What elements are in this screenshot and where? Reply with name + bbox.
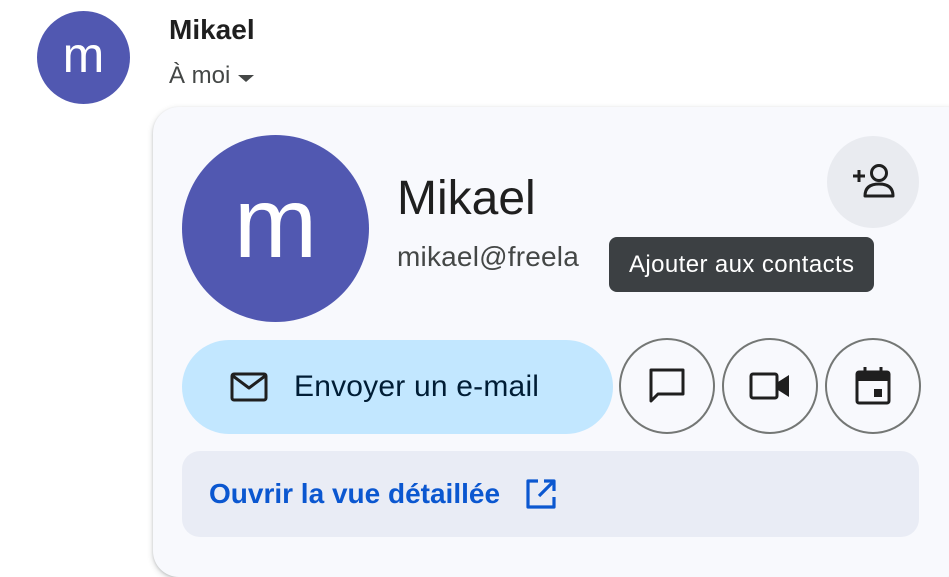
recipient-label: À moi (169, 62, 231, 89)
contact-avatar: m (182, 135, 369, 322)
send-email-label: Envoyer un e-mail (294, 370, 540, 403)
send-email-button[interactable]: Envoyer un e-mail (182, 340, 613, 434)
contact-avatar-initial: m (233, 166, 318, 279)
sender-name[interactable]: Mikael (169, 14, 255, 46)
contact-hovercard: m Mikael mikael@freela Ajouter aux conta… (153, 107, 949, 577)
person-add-icon (853, 164, 895, 198)
open-in-new-icon (526, 479, 556, 509)
contact-name: Mikael (397, 172, 536, 225)
mail-icon (230, 372, 268, 402)
recipient-details-toggle[interactable]: À moi (169, 62, 255, 90)
chat-button[interactable] (619, 338, 715, 434)
video-call-button[interactable] (722, 338, 818, 434)
schedule-event-button[interactable] (825, 338, 921, 434)
add-contact-button[interactable] (827, 136, 919, 228)
add-contact-tooltip: Ajouter aux contacts (609, 237, 875, 292)
caret-down-icon[interactable] (238, 74, 255, 82)
sender-avatar[interactable]: m (37, 11, 130, 104)
videocam-icon (749, 372, 789, 400)
contact-email[interactable]: mikael@freela (397, 241, 609, 273)
sender-avatar-initial: m (62, 26, 105, 83)
detailed-view-label: Ouvrir la vue détaillée (209, 478, 501, 509)
calendar-icon (855, 367, 891, 405)
contact-email-container: mikael@freela (397, 241, 609, 281)
chat-icon (649, 368, 685, 403)
open-detailed-view-link[interactable]: Ouvrir la vue détaillée (182, 451, 919, 537)
